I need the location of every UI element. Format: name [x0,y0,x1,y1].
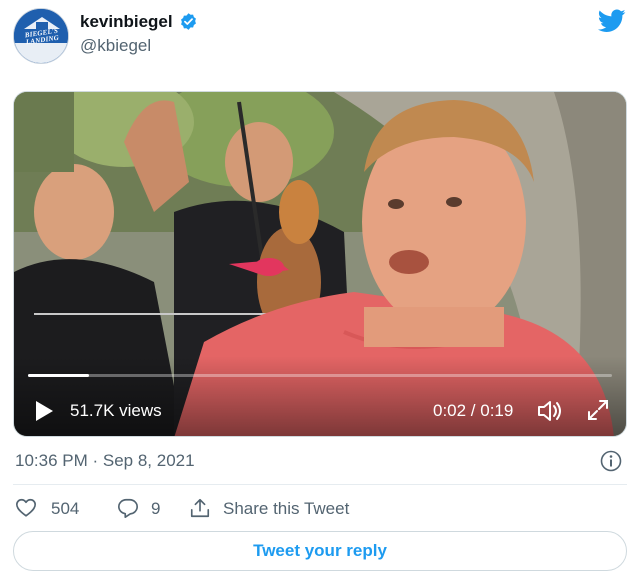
volume-icon[interactable] [536,398,564,424]
avatar[interactable]: BIEGEL'S LANDING [13,8,69,64]
tweet-your-reply-button[interactable]: Tweet your reply [13,531,627,571]
share-label: Share this Tweet [223,499,350,518]
info-icon[interactable] [600,450,622,472]
play-icon[interactable] [34,400,54,422]
divider [13,484,627,485]
video-time: 0:02 / 0:19 [433,401,514,420]
tweet-timestamp[interactable]: 10:36 PM · Sep 8, 2021 [15,451,195,471]
reply-count: 9 [151,499,161,518]
video-player[interactable]: 51.7K views 0:02 / 0:19 [13,91,627,437]
reply-count-button[interactable]: 9 [117,495,177,523]
share-button[interactable]: Share this Tweet [189,495,389,523]
view-count: 51.7K views [70,401,162,420]
share-icon [190,498,210,518]
twitter-bird-icon[interactable] [598,9,626,33]
video-progress-fill [28,374,90,377]
controls-overlay [14,356,626,436]
video-progress-bar[interactable] [28,374,612,377]
fullscreen-icon[interactable] [586,398,610,422]
heart-icon [16,498,36,517]
verified-badge-icon [181,13,196,30]
user-handle[interactable]: @kbiegel [80,36,151,56]
reply-icon [118,498,138,518]
like-count: 504 [51,499,80,518]
like-button[interactable]: 504 [15,495,95,523]
tweet-actions: 504 9 Share this Tweet [13,495,627,523]
tweet-header: BIEGEL'S LANDING kevinbiegel @kbiegel [0,0,640,80]
display-name[interactable]: kevinbiegel [80,12,173,32]
